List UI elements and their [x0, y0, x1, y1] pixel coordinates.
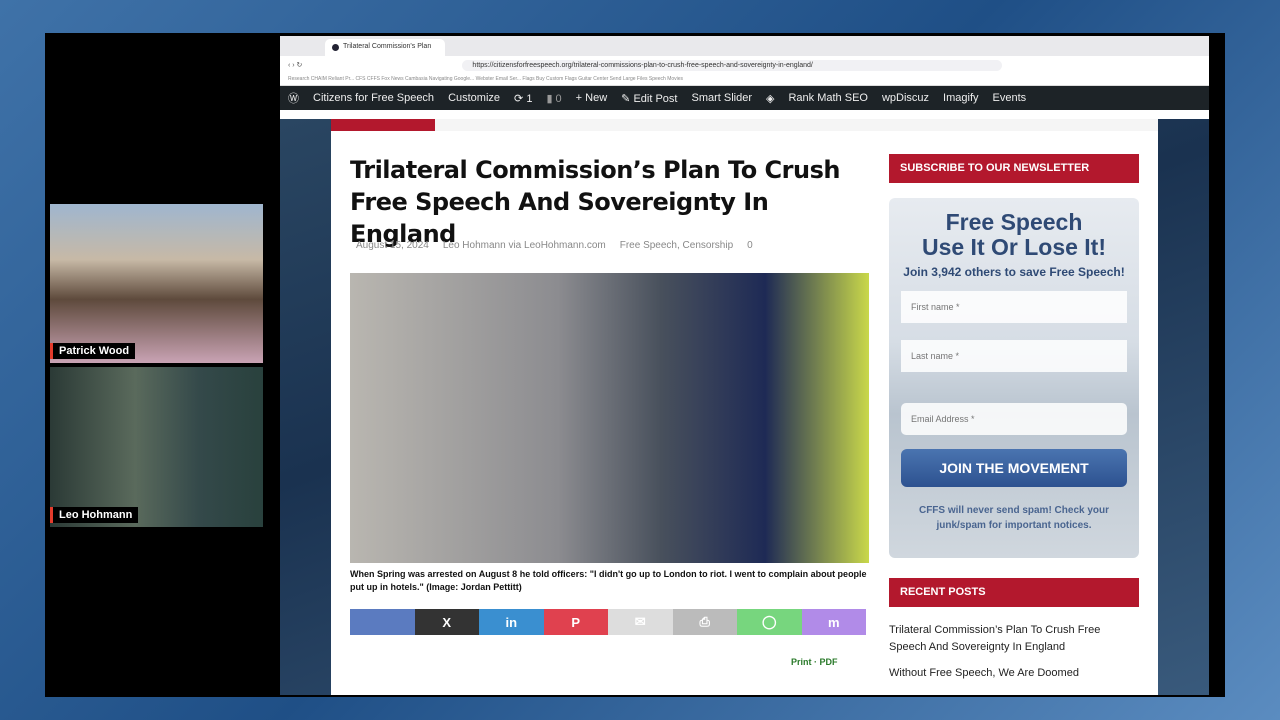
- share-print-button[interactable]: ⎙: [672, 609, 737, 635]
- participant-name: Patrick Wood: [50, 343, 136, 359]
- share-x-button[interactable]: X: [414, 609, 479, 635]
- recent-posts-list: Trilateral Commission’s Plan To Crush Fr…: [889, 622, 1139, 682]
- site-link[interactable]: Citizens for Free Speech: [313, 92, 434, 104]
- page-background: Trilateral Commission’s Plan To Crush Fr…: [280, 119, 1209, 695]
- comments-link[interactable]: ▮ 0: [546, 92, 561, 105]
- share-linkedin-button[interactable]: in: [479, 609, 544, 635]
- edit-post-link[interactable]: ✎ Edit Post: [621, 92, 677, 105]
- address-bar[interactable]: https://citizensforfreespeech.org/trilat…: [462, 59, 1003, 71]
- smart-slider-link[interactable]: Smart Slider: [691, 92, 752, 104]
- participant-tile: Leo Hohmann: [50, 367, 263, 527]
- share-bar: Xin P ✉ ⎙ ◯ m: [350, 609, 866, 635]
- image-caption: When Spring was arrested on August 8 he …: [350, 569, 867, 592]
- recent-post-link[interactable]: Trilateral Commission’s Plan To Crush Fr…: [889, 622, 1139, 656]
- wordpress-icon[interactable]: Ⓦ: [288, 90, 299, 106]
- customize-link[interactable]: Customize: [448, 92, 500, 104]
- share-email-button[interactable]: ✉: [608, 609, 673, 635]
- rank-math-link[interactable]: Rank Math SEO: [788, 92, 867, 104]
- diamond-icon[interactable]: ◈: [766, 92, 774, 105]
- browser-window: Trilateral Commission's Plan ‹ › ↻ https:…: [280, 36, 1209, 695]
- form-title: Use It Or Lose It!: [921, 234, 1107, 260]
- form-subtitle: Join 3,942 others to save Free Speech!: [903, 265, 1125, 279]
- participant-tile: Patrick Wood: [50, 204, 263, 363]
- participant-video: [50, 367, 263, 527]
- join-button[interactable]: JOIN THE MOVEMENT: [901, 449, 1127, 487]
- post-date: August 15, 2024: [356, 240, 429, 251]
- share-pinterest-button[interactable]: P: [543, 609, 608, 635]
- share-facebook-button[interactable]: [350, 609, 415, 635]
- article-title: Trilateral Commission’s Plan To Crush Fr…: [350, 156, 840, 248]
- first-name-input[interactable]: [901, 291, 1127, 323]
- new-link[interactable]: + New: [576, 92, 608, 104]
- wpdiscuz-link[interactable]: wpDiscuz: [882, 92, 929, 104]
- newsletter-heading: SUBSCRIBE TO OUR NEWSLETTER: [889, 154, 1139, 183]
- post-author[interactable]: Leo Hohmann via LeoHohmann.com: [443, 240, 606, 251]
- comment-count[interactable]: 0: [747, 240, 753, 251]
- participant-name: Leo Hohmann: [50, 507, 139, 523]
- imagify-link[interactable]: Imagify: [943, 92, 978, 104]
- bookmarks-bar[interactable]: Research CHAIM Reliant Pr... CFS CFFS Fo…: [280, 74, 1209, 86]
- recent-post-link[interactable]: Without Free Speech, We Are Doomed: [889, 665, 1139, 682]
- share-whatsapp-button[interactable]: ◯: [737, 609, 802, 635]
- spam-note: CFFS will never send spam! Check your ju…: [918, 505, 1110, 531]
- recent-posts-heading: RECENT POSTS: [889, 578, 1139, 607]
- article-meta: August 15, 2024 Leo Hohmann via LeoHohma…: [356, 240, 753, 251]
- events-link[interactable]: Events: [993, 92, 1027, 104]
- article-content: Trilateral Commission’s Plan To Crush Fr…: [331, 119, 1158, 695]
- wp-admin-bar: Ⓦ Citizens for Free Speech Customize ⟳ 1…: [280, 86, 1209, 110]
- form-title: Free Speech: [945, 209, 1083, 235]
- nav-buttons[interactable]: ‹ › ↻: [288, 61, 302, 69]
- nav-home-tab[interactable]: [331, 119, 435, 131]
- last-name-input[interactable]: [901, 340, 1127, 372]
- article-image: [350, 273, 869, 563]
- newsletter-form: Free Speech Use It Or Lose It! Join 3,94…: [889, 198, 1139, 558]
- browser-tab[interactable]: Trilateral Commission's Plan: [325, 39, 445, 56]
- share-mastodon-button[interactable]: m: [801, 609, 866, 635]
- email-input[interactable]: [901, 403, 1127, 435]
- post-categories[interactable]: Free Speech, Censorship: [620, 240, 733, 251]
- print-pdf-links[interactable]: Print · PDF: [791, 657, 838, 667]
- updates-link[interactable]: ⟳ 1: [514, 92, 532, 105]
- participant-video: [50, 204, 263, 363]
